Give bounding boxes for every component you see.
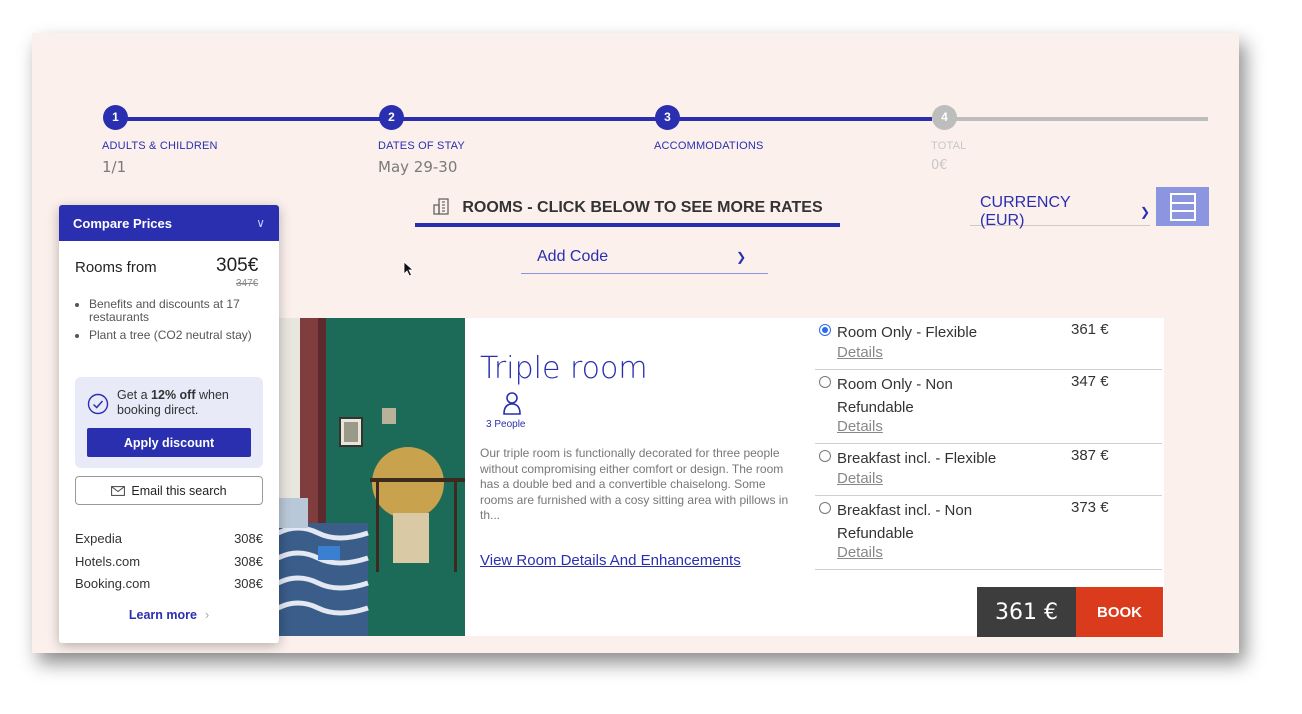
ota-price-row: Hotels.com 308€	[75, 554, 263, 569]
person-icon	[502, 391, 522, 420]
book-button[interactable]: BOOK	[1076, 587, 1163, 637]
learn-more-label: Learn more	[128, 608, 197, 622]
room-title[interactable]: Triple room	[480, 351, 648, 386]
rate-name[interactable]: Room Only - Flexible	[837, 321, 1017, 344]
rooms-title: ROOMS - CLICK BELOW TO SEE MORE RATES	[462, 199, 823, 216]
compare-prices-panel: Compare Prices ∨ Rooms from 305€ 347€ Be…	[59, 205, 279, 643]
menu-button[interactable]	[1156, 187, 1209, 226]
step-1-title[interactable]: ADULTS & CHILDREN	[102, 140, 218, 152]
rate-name[interactable]: Breakfast incl. - Non Refundable	[837, 499, 1017, 545]
rate-details-link[interactable]: Details	[837, 544, 883, 561]
step-3-title[interactable]: ACCOMMODATIONS	[654, 140, 764, 152]
radio-selected[interactable]	[819, 324, 831, 336]
email-search-label: Email this search	[131, 483, 227, 498]
selected-price: 361 €	[977, 587, 1076, 637]
promo-text: Get a 12% off when booking direct.	[117, 388, 257, 418]
benefit-item: Plant a tree (CO2 neutral stay)	[89, 329, 269, 342]
learn-more-link[interactable]: Learn more ›	[59, 608, 279, 622]
chevron-down-icon: ❯	[736, 249, 747, 264]
benefits-list: Benefits and discounts at 17 restaurants…	[84, 298, 269, 347]
view-room-details-link[interactable]: View Room Details And Enhancements	[480, 552, 741, 569]
promo-prefix: Get a	[117, 388, 152, 402]
rate-option[interactable]: Room Only - Non Refundable 347 € Details	[815, 370, 1162, 444]
chevron-down-icon: ❯	[1139, 204, 1150, 219]
rooms-from-label: Rooms from	[75, 259, 157, 276]
rate-option[interactable]: Breakfast incl. - Non Refundable 373 € D…	[815, 496, 1162, 570]
menu-icon	[1169, 192, 1196, 221]
chevron-down-icon: ∨	[256, 216, 265, 230]
step-line-1	[126, 117, 380, 121]
rate-name[interactable]: Room Only - Non Refundable	[837, 373, 1017, 419]
rate-option[interactable]: Room Only - Flexible 361 € Details	[815, 318, 1162, 370]
rooms-tab[interactable]: ROOMS - CLICK BELOW TO SEE MORE RATES	[415, 193, 840, 227]
room-photo[interactable]	[278, 318, 465, 636]
ota-name: Booking.com	[75, 576, 151, 591]
radio-unselected[interactable]	[819, 502, 831, 514]
step-1-value: 1/1	[102, 158, 127, 176]
rate-price: 373 €	[1071, 499, 1109, 516]
building-icon	[432, 197, 452, 220]
mouse-cursor-icon	[403, 261, 415, 282]
rate-details-link[interactable]: Details	[837, 470, 883, 487]
rate-details-link[interactable]: Details	[837, 418, 883, 435]
apply-discount-button[interactable]: Apply discount	[87, 428, 251, 457]
rooms-from-old-price: 347€	[236, 278, 259, 289]
step-2-title[interactable]: DATES OF STAY	[378, 140, 465, 152]
ota-price: 308€	[234, 576, 263, 591]
rate-price: 347 €	[1071, 373, 1109, 390]
ota-price: 308€	[234, 554, 263, 569]
benefit-item: Benefits and discounts at 17 restaurants	[89, 298, 269, 324]
discount-promo: Get a 12% off when booking direct. Apply…	[75, 377, 263, 468]
room-info-card: Triple room 3 People Our triple room is …	[465, 318, 813, 636]
step-4-title: TOTAL	[931, 140, 967, 152]
ota-price-row: Expedia 308€	[75, 531, 263, 546]
people-count: 3 People	[486, 419, 526, 430]
currency-label: CURRENCY (EUR)	[980, 193, 1071, 229]
step-2-circle[interactable]: 2	[379, 105, 404, 130]
ota-price: 308€	[234, 531, 263, 546]
add-code-label: Add Code	[537, 247, 609, 265]
envelope-icon	[111, 485, 126, 496]
ota-name: Hotels.com	[75, 554, 141, 569]
email-search-button[interactable]: Email this search	[75, 476, 263, 505]
rooms-from-price: 305€	[216, 255, 259, 276]
promo-discount: 12% off	[151, 388, 196, 402]
compare-prices-header[interactable]: Compare Prices ∨	[59, 205, 279, 241]
ota-name: Expedia	[75, 531, 122, 546]
step-line-4	[954, 117, 1208, 121]
chevron-right-icon: ›	[204, 608, 210, 622]
step-4-value: 0€	[931, 158, 948, 173]
step-line-2	[402, 117, 656, 121]
book-bar: 361 € BOOK	[977, 587, 1163, 637]
rate-details-link[interactable]: Details	[837, 344, 883, 361]
step-1-circle[interactable]: 1	[103, 105, 128, 130]
step-4-circle: 4	[932, 105, 957, 130]
add-code-dropdown[interactable]: Add Code ❯	[521, 240, 768, 274]
step-line-3	[678, 117, 932, 121]
step-3-circle[interactable]: 3	[655, 105, 680, 130]
rate-price: 361 €	[1071, 321, 1109, 338]
radio-unselected[interactable]	[819, 376, 831, 388]
rate-option[interactable]: Breakfast incl. - Flexible 387 € Details	[815, 444, 1162, 496]
compare-prices-title: Compare Prices	[73, 215, 172, 231]
rate-price: 387 €	[1071, 447, 1109, 464]
check-circle-icon	[87, 393, 109, 420]
step-2-value: May 29-30	[378, 158, 458, 176]
ota-price-row: Booking.com 308€	[75, 576, 263, 591]
room-description: Our triple room is functionally decorate…	[480, 446, 789, 522]
radio-unselected[interactable]	[819, 450, 831, 462]
rate-name[interactable]: Breakfast incl. - Flexible	[837, 447, 1037, 470]
currency-select[interactable]: CURRENCY (EUR) ❯	[970, 194, 1150, 229]
